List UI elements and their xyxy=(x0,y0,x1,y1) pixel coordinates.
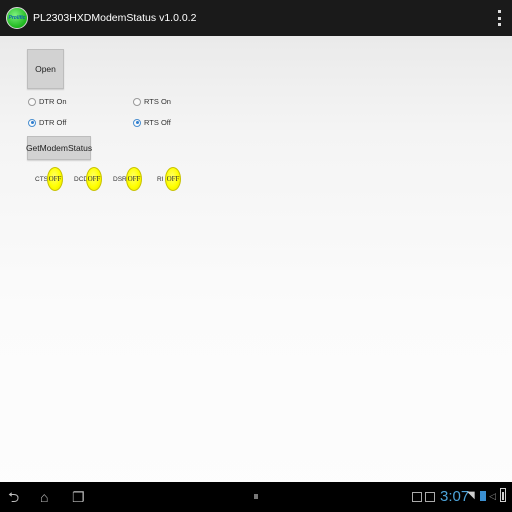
rts-off-label: RTS Off xyxy=(144,118,171,127)
notification-icon[interactable] xyxy=(425,492,435,502)
system-navigation-bar: ⮌ ⌂ ❐ 3:07 ◥ ◁ xyxy=(0,482,512,512)
back-icon[interactable]: ⮌ xyxy=(8,489,19,505)
ri-label: RI xyxy=(157,176,164,183)
cts-status-indicator: OFF xyxy=(47,167,63,191)
dtr-off-radio[interactable]: DTR Off xyxy=(28,118,66,127)
radio-circle-icon xyxy=(28,97,36,106)
app-logo-text: Prolific xyxy=(8,15,26,21)
home-icon[interactable]: ⌂ xyxy=(40,489,48,505)
rts-off-radio[interactable]: RTS Off xyxy=(133,118,171,127)
overflow-menu-icon[interactable] xyxy=(498,10,502,26)
battery-icon xyxy=(500,488,506,502)
usb-icon xyxy=(480,491,486,501)
radio-circle-icon xyxy=(133,97,141,106)
dsr-status-indicator: OFF xyxy=(126,167,142,191)
dtr-on-label: DTR On xyxy=(39,97,67,106)
menu-icon[interactable] xyxy=(254,494,258,499)
rts-on-radio[interactable]: RTS On xyxy=(133,97,171,106)
action-bar: Prolific PL2303HXDModemStatus v1.0.0.2 xyxy=(0,0,512,36)
dcd-status-indicator: OFF xyxy=(86,167,102,191)
dtr-on-radio[interactable]: DTR On xyxy=(28,97,67,106)
get-modem-status-button[interactable]: GetModemStatus xyxy=(26,136,92,160)
volume-icon: ◁ xyxy=(489,491,496,501)
open-button[interactable]: Open xyxy=(27,49,64,89)
recent-apps-icon[interactable]: ❐ xyxy=(72,489,85,505)
dtr-off-label: DTR Off xyxy=(39,118,67,127)
rts-on-label: RTS On xyxy=(144,97,171,106)
notification-icon[interactable] xyxy=(412,492,422,502)
radio-checked-icon xyxy=(133,118,141,127)
system-clock[interactable]: 3:07 xyxy=(440,488,469,505)
app-logo-icon[interactable]: Prolific xyxy=(6,7,28,29)
app-title: PL2303HXDModemStatus v1.0.0.2 xyxy=(33,12,197,24)
ri-status-indicator: OFF xyxy=(165,167,181,191)
radio-checked-icon xyxy=(28,118,36,127)
dsr-label: DSR xyxy=(113,176,127,183)
wifi-icon: ◥ xyxy=(467,490,475,501)
